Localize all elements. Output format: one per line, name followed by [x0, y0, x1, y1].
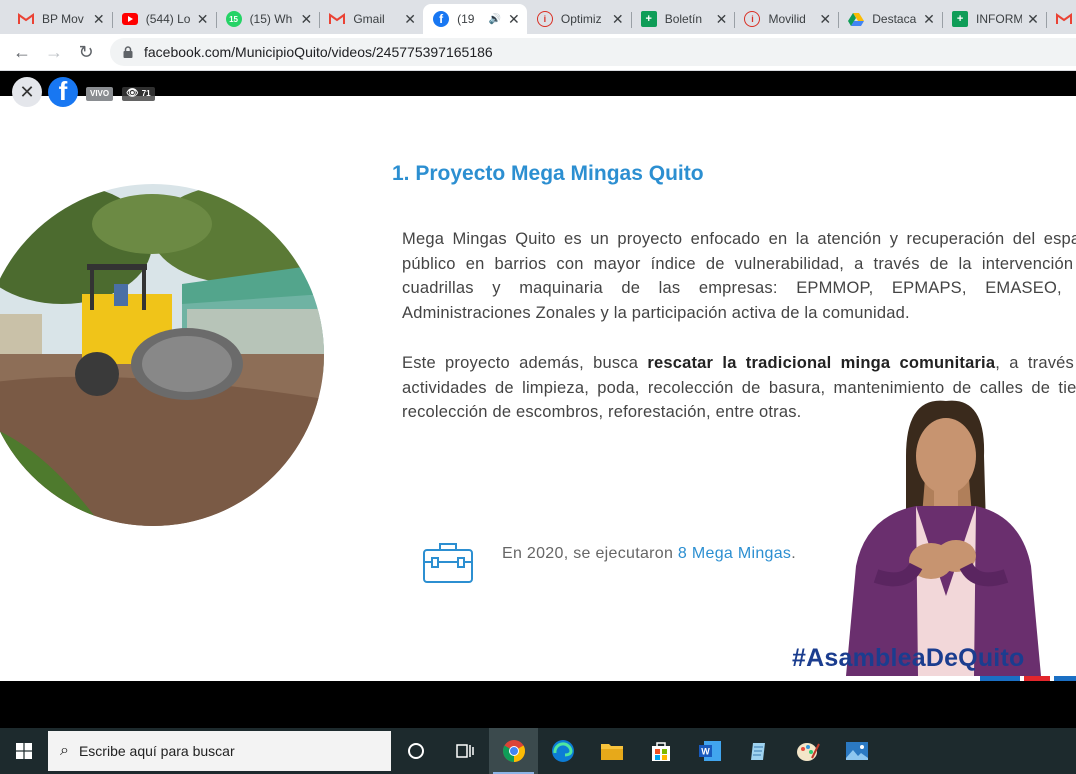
close-video-button[interactable]: ✕ [12, 77, 42, 107]
hashtag-banner: #AsambleaDeQuito [792, 644, 1025, 672]
slide-title: 1. Proyecto Mega Mingas Quito [392, 162, 704, 185]
close-tab-icon[interactable]: ✕ [818, 12, 832, 26]
sheets-icon: + [952, 11, 969, 27]
edge-icon[interactable] [538, 728, 587, 774]
viewer-count-badge: 👁 71 [122, 87, 155, 101]
alert-icon: i [536, 11, 553, 27]
stat-highlight: 8 Mega Mingas [677, 545, 792, 562]
search-placeholder: Escribe aquí para buscar [78, 743, 235, 759]
tab-label: BP Mov [42, 12, 84, 26]
live-badge: VIVO [86, 87, 114, 101]
facebook-icon: f [433, 11, 450, 27]
word-icon[interactable]: W [685, 728, 734, 774]
tab-label: Movilid [768, 12, 806, 26]
chrome-icon[interactable] [489, 728, 538, 774]
eye-icon: 👁 [126, 88, 139, 99]
search-icon: ⌕ [60, 742, 69, 759]
windows-start-button[interactable] [0, 728, 48, 774]
tab-overflow[interactable] [1046, 4, 1076, 34]
broadcaster-logo [980, 676, 1076, 681]
close-tab-icon[interactable]: ✕ [922, 12, 936, 26]
store-icon[interactable] [636, 728, 685, 774]
photos-icon[interactable] [832, 728, 881, 774]
close-tab-icon[interactable]: ✕ [714, 12, 728, 26]
video-player[interactable]: 1. Proyecto Mega Mingas Quito Mega Minga… [0, 71, 1076, 696]
lock-icon [123, 46, 133, 58]
url-text: facebook.com/MunicipioQuito/videos/24577… [144, 44, 493, 60]
taskbar-search-box[interactable]: ⌕ Escribe aquí para buscar [48, 731, 391, 771]
tab-bp-mov[interactable]: BP Mov ✕ [8, 4, 112, 34]
tab-optimiz[interactable]: i Optimiz ✕ [527, 4, 631, 34]
tab-movilid[interactable]: i Movilid ✕ [734, 4, 838, 34]
task-view-icon[interactable] [440, 728, 489, 774]
close-tab-icon[interactable]: ✕ [92, 12, 106, 26]
youtube-icon [121, 11, 138, 27]
gmail-icon [1056, 11, 1073, 27]
close-tab-icon[interactable]: ✕ [507, 12, 521, 26]
tab-label: Destaca [872, 12, 917, 26]
tab-label: Gmail [353, 12, 385, 26]
close-tab-icon[interactable]: ✕ [1026, 12, 1040, 26]
forward-arrow-icon[interactable]: → [38, 36, 70, 68]
tab-facebook-active[interactable]: f (19 🔊 ✕ [423, 4, 527, 34]
tab-destaca[interactable]: Destaca ✕ [838, 4, 942, 34]
notepad-icon[interactable] [734, 728, 783, 774]
tab-label: (544) Lo [145, 12, 191, 26]
speaker-icon[interactable]: 🔊 [488, 14, 500, 25]
road-roller-photo [0, 184, 324, 526]
tab-label: Boletín [664, 12, 703, 26]
drive-icon [848, 11, 865, 27]
tab-strip: BP Mov ✕ (544) Lo ✕ 15 (15) Wh ✕ Gmail ✕… [0, 0, 1076, 34]
address-bar[interactable]: facebook.com/MunicipioQuito/videos/24577… [110, 38, 1076, 66]
close-tab-icon[interactable]: ✕ [299, 12, 313, 26]
facebook-logo-icon[interactable]: f [48, 77, 78, 107]
close-tab-icon[interactable]: ✕ [611, 12, 625, 26]
tab-youtube[interactable]: (544) Lo ✕ [111, 4, 216, 34]
tab-boletin[interactable]: + Boletín ✕ [630, 4, 735, 34]
gmail-icon [18, 11, 34, 27]
navigation-bar: ← → ↻ facebook.com/MunicipioQuito/videos… [0, 34, 1076, 71]
viewer-count: 71 [141, 89, 151, 98]
close-tab-icon[interactable]: ✕ [196, 12, 210, 26]
svg-text:W: W [701, 747, 710, 757]
windows-taskbar: ⌕ Escribe aquí para buscar W [0, 728, 1076, 774]
file-explorer-icon[interactable] [587, 728, 636, 774]
tab-label: (19 [457, 12, 475, 26]
sign-language-interpreter [846, 400, 1041, 676]
close-tab-icon[interactable]: ✕ [403, 12, 417, 26]
gmail-icon [329, 11, 346, 27]
tab-gmail[interactable]: Gmail ✕ [319, 4, 423, 34]
windows-logo-icon [16, 743, 32, 759]
tab-inform[interactable]: + INFORM ✕ [942, 4, 1046, 34]
briefcase-icon [423, 543, 473, 583]
tab-whatsapp[interactable]: 15 (15) Wh ✕ [215, 4, 320, 34]
slide-paragraph-1: Mega Mingas Quito es un proyecto enfocad… [402, 230, 1076, 322]
tab-label: (15) Wh [249, 12, 293, 26]
whatsapp-icon: 15 [225, 11, 242, 27]
cortana-icon[interactable] [391, 728, 440, 774]
alert-icon: i [744, 11, 761, 27]
stat-text: En 2020, se ejecutaron [502, 545, 678, 562]
stat-text: . [791, 545, 796, 562]
paragraph-text: Este proyecto además, busca [402, 354, 648, 372]
sheets-icon: + [640, 11, 657, 27]
tab-label: Optimiz [560, 12, 602, 26]
back-arrow-icon[interactable]: ← [6, 36, 38, 68]
paint-icon[interactable] [783, 728, 832, 774]
paragraph-bold-text: rescatar la tradicional minga comunitari… [647, 354, 996, 372]
mega-mingas-stat: En 2020, se ejecutaron 8 Mega Mingas. [502, 545, 796, 563]
reload-icon[interactable]: ↻ [70, 36, 102, 68]
tab-label: INFORM [976, 12, 1023, 26]
presentation-slide: 1. Proyecto Mega Mingas Quito Mega Minga… [0, 96, 1076, 681]
